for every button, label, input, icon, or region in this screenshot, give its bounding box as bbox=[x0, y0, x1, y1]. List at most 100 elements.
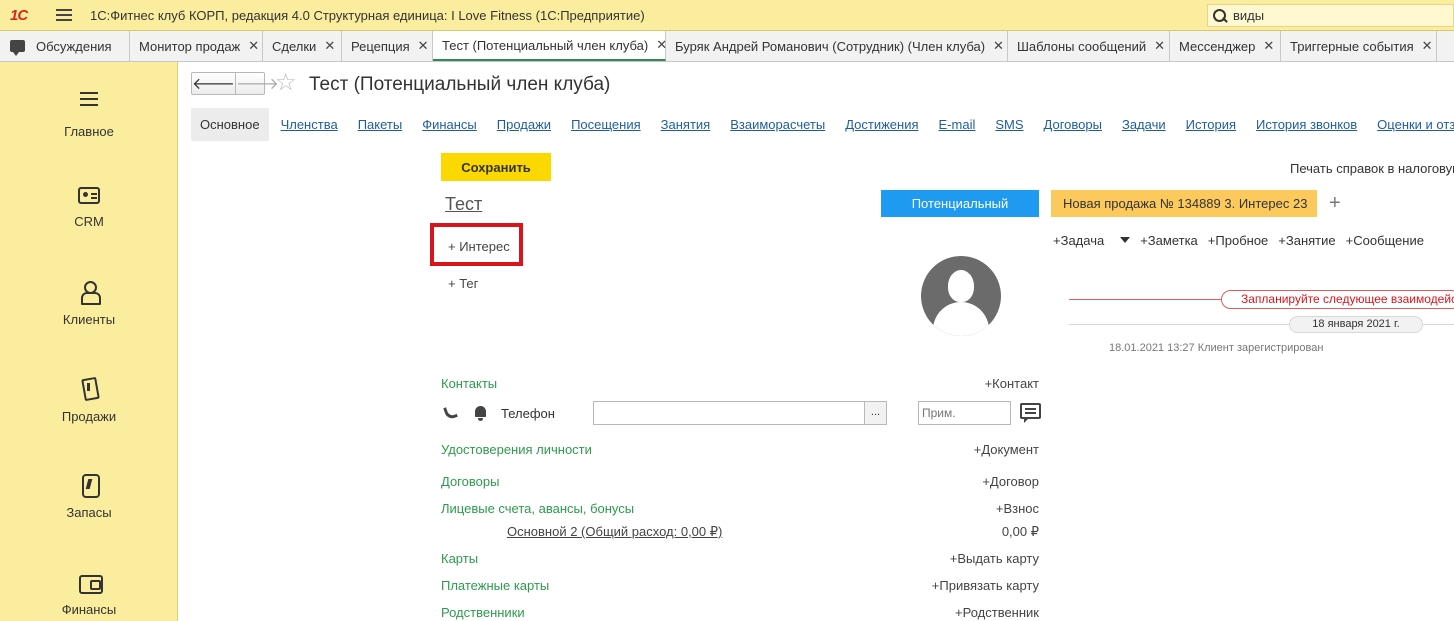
tab-message-templates[interactable]: Шаблоны сообщений ✕ bbox=[1008, 31, 1170, 61]
favorite-star-icon[interactable]: ☆ bbox=[275, 71, 297, 95]
plan-next-interaction-link[interactable]: Запланируйте следующее взаимодействие bbox=[1221, 290, 1454, 309]
tab-label: Триггерные события bbox=[1290, 38, 1414, 54]
sidebar-item-label: CRM bbox=[74, 214, 104, 229]
phone-select-button[interactable]: ... bbox=[864, 402, 886, 424]
tab-discussions[interactable]: Обсуждения bbox=[0, 31, 130, 61]
tab-label: Монитор продаж bbox=[139, 38, 241, 54]
tab-sales-monitor[interactable]: Монитор продаж ✕ bbox=[130, 31, 263, 61]
phone-field[interactable]: ... bbox=[593, 401, 887, 425]
add-document-link[interactable]: +Документ bbox=[974, 442, 1039, 457]
tab-label: Сделки bbox=[272, 38, 317, 54]
discussions-icon bbox=[10, 40, 25, 56]
sidebar-item-crm[interactable]: CRM bbox=[0, 184, 178, 229]
sections-panel: Главное CRM Клиенты Продажи Запасы Финан… bbox=[0, 62, 178, 621]
cards-section-label: Карты bbox=[441, 551, 479, 566]
tab-label: Мессенджер bbox=[1179, 38, 1256, 54]
sidebar-item-main[interactable]: Главное bbox=[0, 88, 178, 139]
tab-messenger[interactable]: Мессенджер ✕ bbox=[1170, 31, 1281, 61]
print-tax-certificates-link[interactable]: Печать справок в налоговую bbox=[1290, 161, 1454, 176]
chevron-down-icon[interactable] bbox=[1120, 237, 1131, 243]
sidebar-item-stock[interactable]: Запасы bbox=[0, 473, 178, 520]
section-tab-visits[interactable]: Посещения bbox=[571, 117, 641, 132]
sidebar-item-finance[interactable]: Финансы bbox=[0, 570, 178, 617]
avatar-head bbox=[948, 270, 974, 302]
section-tab-tasks[interactable]: Задачи bbox=[1122, 117, 1166, 132]
tab-reception[interactable]: Рецепция ✕ bbox=[342, 31, 433, 61]
bind-card-link[interactable]: +Привязать карту bbox=[932, 578, 1039, 593]
section-tab-call-history[interactable]: История звонков bbox=[1256, 117, 1357, 132]
tab-label: Тест (Потенциальный член клуба) bbox=[442, 37, 649, 53]
sale-badge[interactable]: Новая продажа № 134889 3. Интерес 23 bbox=[1051, 190, 1317, 217]
section-tab-email[interactable]: E-mail bbox=[939, 117, 976, 132]
section-tab-sales[interactable]: Продажи bbox=[497, 117, 551, 132]
add-trial-link[interactable]: +Пробное bbox=[1208, 233, 1268, 248]
section-tab-history[interactable]: История bbox=[1186, 117, 1236, 132]
back-arrow-icon[interactable]: 🡐 bbox=[192, 73, 235, 94]
page-title: Тест (Потенциальный член клуба) bbox=[309, 74, 611, 95]
phone-note-field[interactable] bbox=[918, 401, 1011, 425]
client-status-button[interactable]: Потенциальный bbox=[881, 190, 1039, 217]
section-tab-contracts[interactable]: Договоры bbox=[1044, 117, 1102, 132]
tab-test-client[interactable]: Тест (Потенциальный член клуба) ✕ bbox=[433, 31, 667, 61]
add-message-link[interactable]: +Сообщение bbox=[1346, 233, 1424, 248]
global-search[interactable] bbox=[1207, 4, 1454, 27]
tab-deals[interactable]: Сделки ✕ bbox=[263, 31, 342, 61]
close-icon[interactable]: ✕ bbox=[248, 38, 259, 54]
section-tab-packages[interactable]: Пакеты bbox=[358, 117, 403, 132]
tab-label: Буряк Андрей Романович (Сотрудник) (Член… bbox=[675, 38, 986, 54]
stock-icon bbox=[78, 473, 100, 498]
form-section-tabs: Основное Членства Пакеты Финансы Продажи… bbox=[191, 107, 1454, 141]
client-avatar[interactable] bbox=[921, 256, 1001, 336]
add-contact-link[interactable]: +Контакт bbox=[985, 376, 1039, 391]
section-tab-reviews[interactable]: Оценки и отзывы bbox=[1377, 117, 1454, 132]
add-interest-link[interactable]: + Интерес bbox=[448, 239, 510, 254]
tab-buryak-employee[interactable]: Буряк Андрей Романович (Сотрудник) (Член… bbox=[666, 31, 1008, 61]
section-tab-main[interactable]: Основное bbox=[191, 107, 269, 141]
search-input[interactable] bbox=[1233, 8, 1433, 23]
phone-icon[interactable] bbox=[443, 404, 458, 421]
menu-icon bbox=[78, 92, 100, 114]
close-icon[interactable]: ✕ bbox=[1154, 38, 1165, 54]
add-contract-link[interactable]: +Договор bbox=[982, 474, 1039, 489]
contacts-section-label: Контакты bbox=[441, 376, 498, 391]
main-menu-icon[interactable] bbox=[56, 9, 72, 21]
close-icon[interactable]: ✕ bbox=[418, 38, 429, 54]
account-link[interactable]: Основной 2 (Общий расход: 0,00 ₽) bbox=[507, 524, 722, 540]
sidebar-item-label: Главное bbox=[64, 124, 114, 139]
sidebar-item-label: Продажи bbox=[61, 409, 117, 424]
section-tab-sms[interactable]: SMS bbox=[995, 117, 1023, 132]
add-relative-link[interactable]: +Родственник bbox=[955, 605, 1039, 620]
section-tab-settlements[interactable]: Взаиморасчеты bbox=[730, 117, 825, 132]
add-tag-link[interactable]: + Тег bbox=[448, 276, 478, 291]
close-icon[interactable]: ✕ bbox=[324, 38, 335, 54]
message-icon[interactable] bbox=[1020, 403, 1041, 423]
search-icon[interactable] bbox=[1211, 7, 1229, 25]
sidebar-item-label: Финансы bbox=[61, 602, 117, 617]
history-nav: 🡐 🡒 bbox=[191, 72, 279, 95]
add-sale-icon[interactable]: + bbox=[1329, 192, 1341, 215]
close-icon[interactable]: ✕ bbox=[1263, 38, 1274, 54]
add-task-link[interactable]: +Задача bbox=[1053, 233, 1131, 248]
issue-card-link[interactable]: +Выдать карту bbox=[950, 551, 1039, 566]
close-icon[interactable]: ✕ bbox=[993, 38, 1004, 54]
sidebar-item-clients[interactable]: Клиенты bbox=[0, 280, 178, 327]
forward-arrow-icon[interactable]: 🡒 bbox=[234, 73, 279, 94]
client-form: 🡐 🡒 ☆ Тест (Потенциальный член клуба) Ос… bbox=[179, 62, 1454, 621]
client-name[interactable]: Тест bbox=[445, 194, 482, 215]
bell-icon[interactable] bbox=[475, 406, 486, 421]
save-button[interactable]: Сохранить bbox=[441, 153, 551, 181]
add-payment-link[interactable]: +Взнос bbox=[996, 501, 1039, 516]
section-tab-achievements[interactable]: Достижения bbox=[845, 117, 918, 132]
sidebar-item-sales[interactable]: Продажи bbox=[0, 377, 178, 424]
tab-trigger-events[interactable]: Триггерные события ✕ bbox=[1281, 31, 1437, 61]
client-icon bbox=[78, 280, 101, 305]
section-tab-lessons[interactable]: Занятия bbox=[661, 117, 711, 132]
sidebar-item-label: Клиенты bbox=[62, 312, 116, 327]
close-icon[interactable]: ✕ bbox=[1422, 38, 1433, 54]
add-note-link[interactable]: +Заметка bbox=[1140, 233, 1198, 248]
section-tab-memberships[interactable]: Членства bbox=[281, 117, 338, 132]
add-task-label: +Задача bbox=[1053, 233, 1105, 248]
section-tab-finance[interactable]: Финансы bbox=[422, 117, 477, 132]
open-windows-bar: Обсуждения Монитор продаж ✕ Сделки ✕ Рец… bbox=[0, 31, 1454, 62]
add-lesson-link[interactable]: +Занятие bbox=[1278, 233, 1335, 248]
